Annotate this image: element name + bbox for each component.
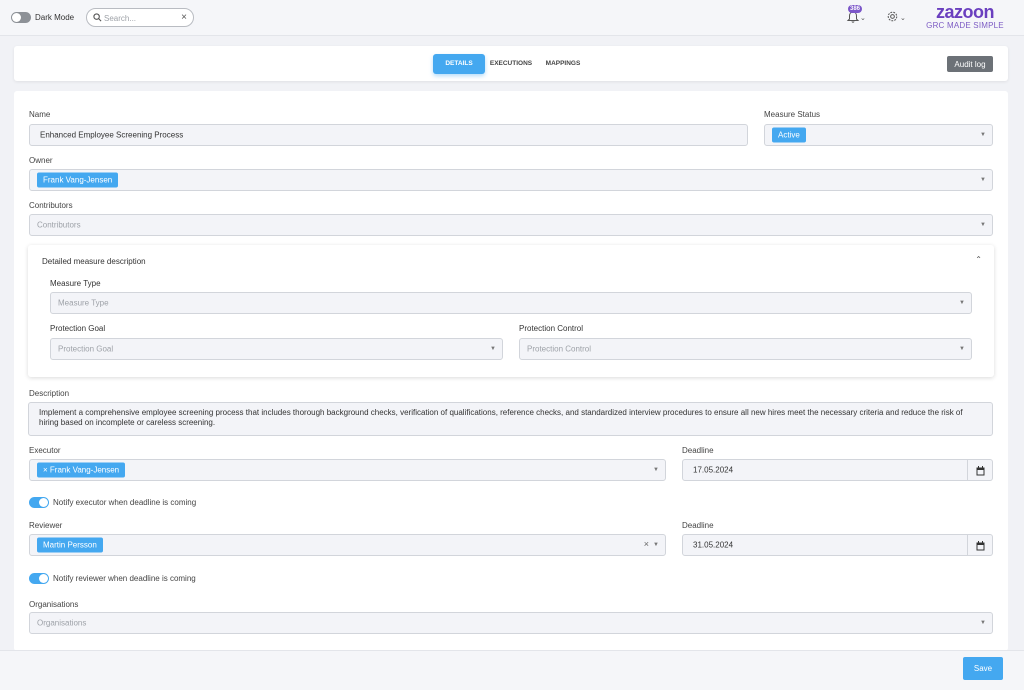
notify-reviewer-toggle[interactable] (29, 573, 49, 584)
executor-deadline-label: Deadline (682, 446, 714, 455)
protection-control-label: Protection Control (519, 324, 584, 333)
measure-type-placeholder: Measure Type (58, 298, 109, 308)
search-input[interactable] (104, 12, 176, 24)
executor-select[interactable]: × Frank Vang-Jensen ▼ (29, 459, 666, 481)
calendar-icon (976, 541, 985, 551)
executor-deadline-value: 17.05.2024 (693, 465, 734, 475)
status-badge: Active (772, 127, 806, 143)
contributors-label: Contributors (29, 201, 73, 210)
executor-label: Executor (29, 446, 61, 455)
reviewer-label: Reviewer (29, 521, 63, 530)
protection-control-placeholder: Protection Control (527, 344, 592, 354)
tab-executions[interactable]: EXECUTIONS (488, 54, 534, 74)
caret-down-icon: ▼ (959, 300, 965, 306)
search-box[interactable]: × (86, 8, 194, 27)
contributors-select[interactable]: Contributors ▼ (29, 214, 993, 236)
calendar-icon (976, 466, 985, 476)
reviewer-chip: Martin Persson (37, 537, 103, 553)
organisations-select[interactable]: Organisations ▼ (29, 612, 993, 634)
calendar-button[interactable] (968, 534, 993, 556)
search-icon (93, 13, 102, 22)
reviewer-deadline-label: Deadline (682, 521, 714, 530)
logo-tagline: GRC MADE SIMPLE (926, 21, 1004, 30)
name-input[interactable]: Enhanced Employee Screening Process (29, 124, 748, 146)
protection-goal-label: Protection Goal (50, 324, 106, 333)
protection-goal-select[interactable]: Protection Goal ▼ (50, 338, 503, 360)
audit-log-button[interactable]: Audit log (947, 56, 993, 72)
clear-icon[interactable]: × (644, 539, 649, 549)
owner-select[interactable]: Frank Vang-Jensen ▼ (29, 169, 993, 191)
caret-down-icon: ▼ (653, 542, 659, 548)
caret-down-icon: ▼ (980, 177, 986, 183)
tab-mappings[interactable]: MAPPINGS (542, 54, 584, 74)
save-button[interactable]: Save (963, 657, 1003, 680)
notify-reviewer-label: Notify reviewer when deadline is coming (53, 574, 196, 583)
measure-type-select[interactable]: Measure Type ▼ (50, 292, 972, 314)
tabs-bar: DETAILS EXECUTIONS MAPPINGS Audit log (14, 46, 1008, 81)
footer-bar (0, 650, 1024, 690)
protection-control-select[interactable]: Protection Control ▼ (519, 338, 972, 360)
caret-down-icon: ▼ (980, 222, 986, 228)
toggle-knob (39, 574, 48, 583)
measure-status-select[interactable]: Active ▼ (764, 124, 993, 146)
owner-label: Owner (29, 156, 53, 165)
contributors-placeholder: Contributors (37, 220, 81, 230)
toggle-knob (12, 13, 21, 22)
measure-status-label: Measure Status (764, 110, 821, 119)
top-bar: Dark Mode × 386 ⌄ ⌄ zazoon GRC MADE SIMP… (0, 0, 1024, 36)
reviewer-select[interactable]: Martin Persson × ▼ (29, 534, 666, 556)
panel-title: Detailed measure description (42, 257, 146, 266)
reviewer-deadline-value: 31.05.2024 (693, 540, 734, 550)
executor-chip-label: Frank Vang-Jensen (49, 465, 120, 475)
chevron-up-icon[interactable]: ⌃ (975, 255, 982, 264)
measure-type-label: Measure Type (50, 279, 101, 288)
brand-logo: zazoon GRC MADE SIMPLE (925, 2, 1005, 30)
toggle-knob (39, 498, 48, 507)
name-label: Name (29, 110, 51, 119)
calendar-button[interactable] (968, 459, 993, 481)
gear-icon[interactable] (886, 10, 899, 23)
remove-chip-icon[interactable]: × (43, 466, 50, 475)
caret-down-icon: ▼ (980, 132, 986, 138)
caret-down-icon: ▼ (653, 467, 659, 473)
executor-deadline-input[interactable]: 17.05.2024 (682, 459, 968, 481)
notification-count-badge: 386 (848, 5, 863, 13)
name-value: Enhanced Employee Screening Process (40, 130, 184, 140)
notify-executor-toggle[interactable] (29, 497, 49, 508)
executor-chip[interactable]: × Frank Vang-Jensen (37, 462, 126, 478)
logo-name: zazoon (936, 2, 995, 22)
dark-mode-toggle[interactable] (11, 12, 31, 23)
chevron-down-icon[interactable]: ⌄ (860, 14, 866, 22)
description-label: Description (29, 389, 70, 398)
chevron-down-icon[interactable]: ⌄ (900, 14, 906, 22)
caret-down-icon: ▼ (490, 346, 496, 352)
caret-down-icon: ▼ (959, 346, 965, 352)
clear-search-icon[interactable]: × (181, 12, 187, 23)
organisations-placeholder: Organisations (37, 618, 87, 628)
organisations-label: Organisations (29, 600, 79, 609)
protection-goal-placeholder: Protection Goal (58, 344, 114, 354)
notify-executor-label: Notify executor when deadline is coming (53, 498, 197, 507)
description-textarea[interactable]: Implement a comprehensive employee scree… (28, 402, 993, 436)
dark-mode-label: Dark Mode (35, 13, 75, 22)
caret-down-icon: ▼ (980, 620, 986, 626)
reviewer-deadline-input[interactable]: 31.05.2024 (682, 534, 968, 556)
owner-chip: Frank Vang-Jensen (37, 172, 119, 188)
tab-details[interactable]: DETAILS (433, 54, 485, 74)
